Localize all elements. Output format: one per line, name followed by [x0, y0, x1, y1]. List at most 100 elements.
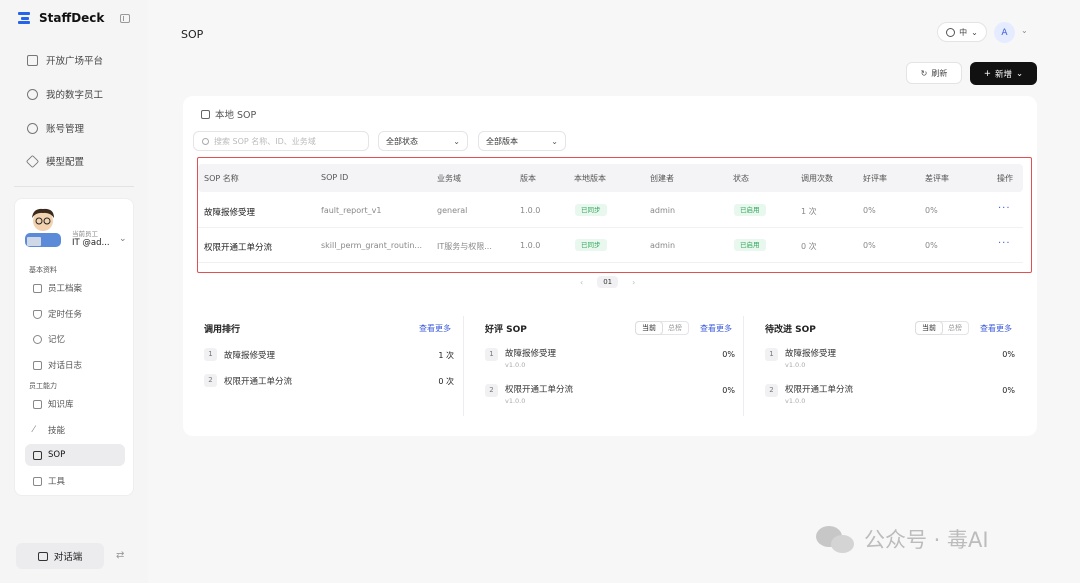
- staff-avatar[interactable]: [23, 203, 63, 247]
- folder-icon: [33, 399, 42, 409]
- chevron-down-icon[interactable]: ⌄: [119, 234, 127, 244]
- sidebar-item-label: 技能: [48, 426, 66, 436]
- refresh-label: 刷新: [931, 68, 948, 78]
- chat-client-label: 对话端: [53, 552, 83, 563]
- search-input[interactable]: 搜索 SOP 名称、ID、业务域: [193, 131, 369, 151]
- scope-toggle[interactable]: 当前 总榜: [635, 321, 689, 335]
- sidebar-item-models[interactable]: 模型配置: [25, 152, 147, 170]
- refresh-button[interactable]: ↻ 刷新: [906, 62, 962, 84]
- watermark-text: 公众号 · 毒AI: [864, 528, 989, 552]
- staff-role-caption: 当前员工: [72, 230, 98, 238]
- sidebar-item-label: 员工档案: [48, 284, 83, 294]
- good-sop-card: 好评 SOP 当前 总榜 查看更多 1 故障报修受理 v1.0.0 0% 2 权…: [474, 310, 736, 422]
- see-more-link[interactable]: 查看更多: [700, 323, 732, 334]
- sidebar-item-my-staff[interactable]: 我的数字员工: [27, 85, 147, 103]
- stats-section: 调用排行 查看更多 1 故障报修受理 1 次 2 权限开通工单分流 0 次 好评…: [193, 310, 1028, 424]
- staff-name: IT @ad...: [72, 238, 110, 248]
- refresh-icon: ↻: [920, 68, 928, 78]
- chevron-down-icon: ⌄: [1016, 68, 1024, 79]
- rank-version: v1.0.0: [785, 361, 806, 369]
- improve-sop-card: 待改进 SOP 当前 总榜 查看更多 1 故障报修受理 v1.0.0 0% 2 …: [754, 310, 1016, 422]
- toolbox-icon: [33, 476, 42, 486]
- swap-icon[interactable]: ⇄: [116, 550, 124, 561]
- rank-version: v1.0.0: [505, 397, 526, 405]
- chat-icon: [37, 551, 48, 561]
- rank-value: 0%: [722, 350, 735, 359]
- rank-label: 权限开通工单分流: [224, 377, 293, 387]
- rank-value: 0 次: [438, 377, 454, 386]
- sidebar-item-accounts[interactable]: 账号管理: [27, 119, 147, 137]
- rank-label: 权限开通工单分流: [785, 385, 854, 395]
- history-icon: [33, 334, 42, 344]
- sidebar-divider: [14, 186, 134, 187]
- card-title: 好评 SOP: [485, 325, 527, 335]
- sidebar-item-label: 工具: [48, 477, 66, 487]
- group-title-basic: 基本资料: [29, 266, 57, 274]
- rank-label: 故障报修受理: [785, 349, 837, 359]
- globe-icon: [946, 27, 956, 37]
- calendar-icon: [33, 360, 42, 370]
- card-title: 调用排行: [204, 325, 241, 335]
- new-label: 新增: [994, 69, 1012, 80]
- panel-title-text: 本地 SOP: [215, 110, 257, 121]
- chat-client-button[interactable]: 对话端: [16, 543, 104, 569]
- sidebar-item-label: SOP: [48, 450, 66, 460]
- call-ranking-card: 调用排行 查看更多 1 故障报修受理 1 次 2 权限开通工单分流 0 次: [193, 310, 455, 422]
- chevron-down-icon: ⌄: [971, 27, 978, 37]
- group-title-abilities: 员工能力: [29, 382, 57, 390]
- brand[interactable]: StaffDeck: [18, 11, 104, 25]
- see-more-link[interactable]: 查看更多: [980, 323, 1012, 334]
- scope-toggle[interactable]: 当前 总榜: [915, 321, 969, 335]
- sidebar-item-label: 定时任务: [48, 310, 83, 320]
- prev-page-icon[interactable]: ‹: [580, 278, 583, 287]
- status-filter-select[interactable]: 全部状态 ⌄: [378, 131, 468, 151]
- divider: [463, 316, 464, 416]
- list-item[interactable]: 2 权限开通工单分流 v1.0.0 0%: [765, 380, 1015, 410]
- list-item[interactable]: 1 故障报修受理 v1.0.0 0%: [765, 344, 1015, 374]
- list-item[interactable]: 2 权限开通工单分流 0 次: [204, 370, 454, 400]
- pagination: ‹ 01 ›: [580, 276, 635, 288]
- avatar-initial: A: [1001, 27, 1008, 38]
- sidebar-item-label: 开放广场平台: [46, 56, 104, 67]
- chevron-down-icon[interactable]: ⌄: [1021, 26, 1028, 35]
- search-placeholder: 搜索 SOP 名称、ID、业务域: [214, 136, 316, 146]
- highlight-box: [197, 157, 1032, 273]
- language-switcher[interactable]: 中 ⌄: [937, 22, 987, 42]
- brand-name: StaffDeck: [39, 11, 105, 25]
- rank-number: 1: [485, 348, 498, 361]
- page-title: SOP: [181, 28, 204, 41]
- current-page[interactable]: 01: [597, 276, 619, 288]
- see-more-link[interactable]: 查看更多: [419, 323, 451, 334]
- panel-title: 本地 SOP: [201, 107, 256, 121]
- sidebar-item-profile[interactable]: 员工档案: [33, 277, 125, 299]
- sidebar-item-label: 对话日志: [48, 361, 83, 371]
- list-item[interactable]: 1 故障报修受理 v1.0.0 0%: [485, 344, 735, 374]
- sidebar-item-plaza[interactable]: 开放广场平台: [27, 51, 147, 69]
- scope-current[interactable]: 当前: [916, 322, 942, 334]
- scope-overall[interactable]: 总榜: [942, 322, 968, 334]
- rank-number: 1: [765, 348, 778, 361]
- sidebar-item-skills[interactable]: ⁄ 技能: [33, 419, 125, 441]
- sidebar-collapse-icon[interactable]: [120, 14, 130, 23]
- sidebar-item-scheduled-tasks[interactable]: 定时任务: [33, 303, 125, 325]
- next-page-icon[interactable]: ›: [632, 278, 635, 287]
- status-filter-value: 全部状态: [386, 136, 418, 146]
- sidebar-item-sop[interactable]: SOP: [25, 444, 125, 466]
- user-avatar[interactable]: A: [994, 22, 1015, 43]
- version-filter-value: 全部版本: [486, 136, 518, 146]
- sidebar-item-tools[interactable]: 工具: [33, 470, 125, 492]
- sidebar-item-chat-logs[interactable]: 对话日志: [33, 354, 125, 376]
- sidebar-item-knowledge[interactable]: 知识库: [33, 393, 125, 415]
- id-card-icon: [33, 283, 42, 293]
- search-icon: [202, 137, 209, 145]
- list-item[interactable]: 2 权限开通工单分流 v1.0.0 0%: [485, 380, 735, 410]
- sidebar-item-memory[interactable]: 记忆: [33, 328, 125, 350]
- users-icon: [27, 88, 38, 100]
- new-button[interactable]: + 新增 ⌄: [970, 62, 1037, 85]
- divider: [743, 316, 744, 416]
- rank-label: 故障报修受理: [505, 349, 557, 359]
- brand-logo-icon: [18, 11, 32, 25]
- scope-overall[interactable]: 总榜: [662, 322, 688, 334]
- version-filter-select[interactable]: 全部版本 ⌄: [478, 131, 566, 151]
- scope-current[interactable]: 当前: [636, 322, 662, 334]
